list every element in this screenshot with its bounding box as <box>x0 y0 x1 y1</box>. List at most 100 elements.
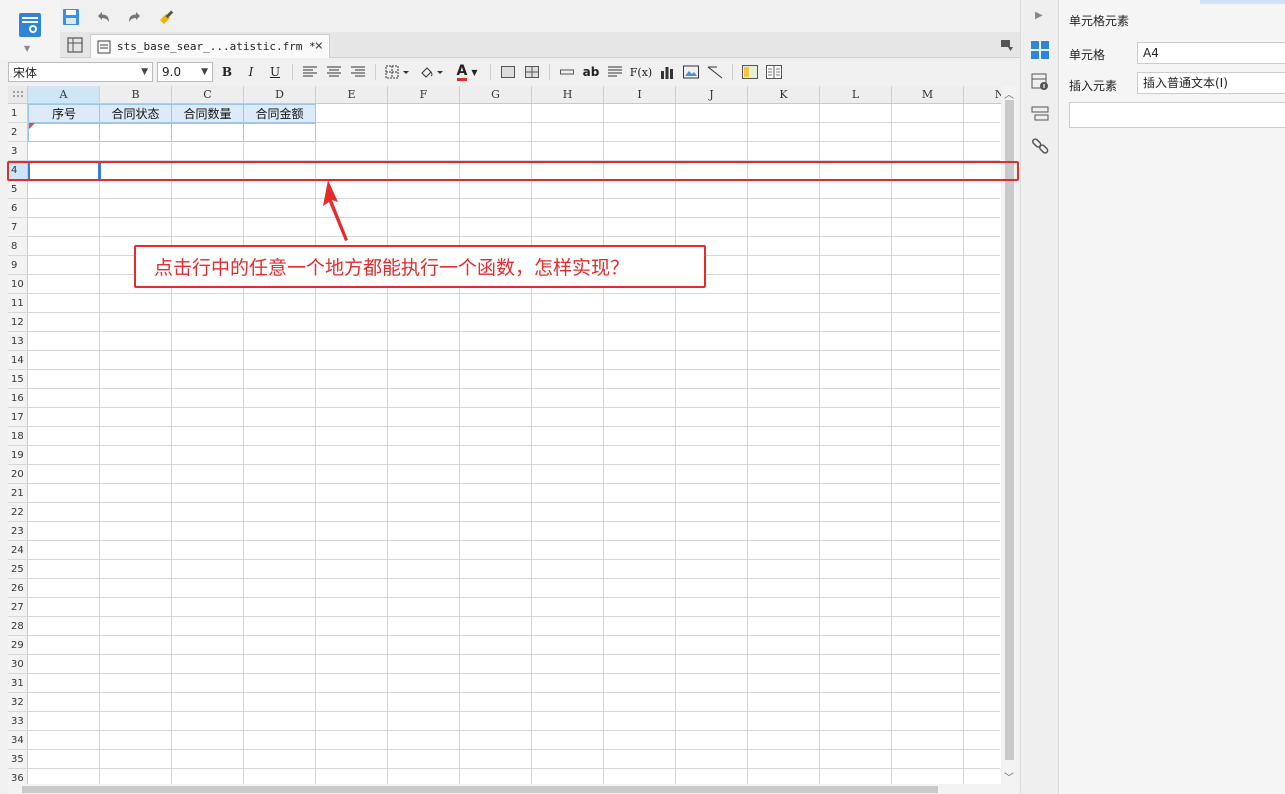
cell-name-field[interactable]: A4 <box>1137 42 1285 64</box>
slash-icon[interactable] <box>705 62 725 82</box>
scroll-thumb[interactable] <box>1005 100 1014 760</box>
cell-c1[interactable]: 合同数量 <box>172 104 244 123</box>
row-header-8[interactable]: 8 <box>8 237 28 256</box>
column-header-a[interactable]: A <box>28 86 100 104</box>
logo-area[interactable]: ▼ <box>0 0 60 60</box>
row-header-3[interactable]: 3 <box>8 142 28 161</box>
text-ab-icon[interactable]: ab <box>581 62 601 82</box>
column-header-i[interactable]: I <box>604 86 676 104</box>
row-header-12[interactable]: 12 <box>8 313 28 332</box>
chevron-right-icon[interactable]: ▶ <box>1035 10 1043 21</box>
align-left-icon[interactable] <box>300 62 320 82</box>
tab-menu-icon[interactable] <box>1000 38 1014 52</box>
cell-d2[interactable] <box>244 123 316 142</box>
column-header-l[interactable]: L <box>820 86 892 104</box>
image-icon[interactable] <box>681 62 701 82</box>
undo-icon[interactable] <box>92 6 114 28</box>
vertical-scrollbar[interactable]: ︿ ﹀ <box>1002 86 1016 784</box>
row-header-32[interactable]: 32 <box>8 693 28 712</box>
fill-color-icon[interactable] <box>417 62 447 82</box>
row-header-20[interactable]: 20 <box>8 465 28 484</box>
align-right-icon[interactable] <box>348 62 368 82</box>
chevron-down-icon[interactable]: ﹀ <box>1004 769 1014 784</box>
row-header-19[interactable]: 19 <box>8 446 28 465</box>
row-header-26[interactable]: 26 <box>8 579 28 598</box>
chevron-down-icon[interactable]: ▼ <box>24 44 30 53</box>
merge-cells-icon[interactable] <box>498 62 518 82</box>
column-header-d[interactable]: D <box>244 86 316 104</box>
row-header-29[interactable]: 29 <box>8 636 28 655</box>
row-header-34[interactable]: 34 <box>8 731 28 750</box>
insert-row-icon[interactable] <box>557 62 577 82</box>
cell-d1[interactable]: 合同金额 <box>244 104 316 123</box>
chevron-up-icon[interactable]: ︿ <box>1004 86 1014 101</box>
column-header-m[interactable]: M <box>892 86 964 104</box>
widget-icon[interactable] <box>1030 104 1050 124</box>
save-icon[interactable] <box>60 6 82 28</box>
insert-element-select[interactable]: 插入普通文本(I) <box>1137 72 1285 94</box>
report-designer-logo-icon[interactable] <box>18 12 42 38</box>
column-header-c[interactable]: C <box>172 86 244 104</box>
paragraph-icon[interactable] <box>605 62 625 82</box>
underline-button[interactable]: U <box>265 62 285 82</box>
column-header-f[interactable]: F <box>388 86 460 104</box>
column-header-g[interactable]: G <box>460 86 532 104</box>
cell-a1[interactable]: 序号 <box>28 104 100 123</box>
row-header-28[interactable]: 28 <box>8 617 28 636</box>
row-header-11[interactable]: 11 <box>8 294 28 313</box>
hyperlink-icon[interactable] <box>1030 136 1050 156</box>
cell-content-editor[interactable] <box>1069 102 1285 128</box>
cell-element-icon[interactable] <box>1030 40 1050 60</box>
column-header-h[interactable]: H <box>532 86 604 104</box>
align-center-icon[interactable] <box>324 62 344 82</box>
row-header-13[interactable]: 13 <box>8 332 28 351</box>
row-header-17[interactable]: 17 <box>8 408 28 427</box>
cell-b1[interactable]: 合同状态 <box>100 104 172 123</box>
row-header-2[interactable]: 2 <box>8 123 28 142</box>
horizontal-scrollbar[interactable] <box>8 784 1018 794</box>
spreadsheet[interactable]: ABCDEFGHIJKLMN 1 2 3 4 5 6 7 8 9 10 11 12 13 14 15 16 17… <box>8 86 1001 784</box>
formula-icon[interactable]: F(x) <box>629 62 653 82</box>
redo-icon[interactable] <box>124 6 146 28</box>
cell-c2[interactable] <box>172 123 244 142</box>
frozen-panel-icon[interactable] <box>740 62 760 82</box>
column-layout-icon[interactable] <box>764 62 784 82</box>
row-header-23[interactable]: 23 <box>8 522 28 541</box>
column-header-j[interactable]: J <box>676 86 748 104</box>
bar-chart-icon[interactable] <box>657 62 677 82</box>
cell-a2[interactable] <box>28 123 100 142</box>
row-header-5[interactable]: 5 <box>8 180 28 199</box>
cell-grid-icon[interactable] <box>66 36 84 54</box>
font-size-select[interactable]: 9.0 ▼ <box>157 62 213 82</box>
row-header-9[interactable]: 9 <box>8 256 28 275</box>
row-header-33[interactable]: 33 <box>8 712 28 731</box>
row-header-1[interactable]: 1 <box>8 104 28 123</box>
italic-button[interactable]: I <box>241 62 261 82</box>
cell-grid[interactable] <box>28 104 1000 784</box>
font-color-icon[interactable]: A ▼ <box>451 62 483 82</box>
tab-file[interactable]: sts_base_sear_...atistic.frm * × <box>90 34 330 58</box>
row-header-16[interactable]: 16 <box>8 389 28 408</box>
row-header-6[interactable]: 6 <box>8 199 28 218</box>
cell-attribute-icon[interactable] <box>1030 72 1050 92</box>
split-cells-icon[interactable] <box>522 62 542 82</box>
row-header-36[interactable]: 36 <box>8 769 28 784</box>
row-header-22[interactable]: 22 <box>8 503 28 522</box>
row-header-15[interactable]: 15 <box>8 370 28 389</box>
column-header-e[interactable]: E <box>316 86 388 104</box>
row-header-10[interactable]: 10 <box>8 275 28 294</box>
column-header-b[interactable]: B <box>100 86 172 104</box>
row-header-30[interactable]: 30 <box>8 655 28 674</box>
row-header-24[interactable]: 24 <box>8 541 28 560</box>
row-header-25[interactable]: 25 <box>8 560 28 579</box>
row-header-35[interactable]: 35 <box>8 750 28 769</box>
select-all-corner[interactable] <box>8 86 28 104</box>
row-header-27[interactable]: 27 <box>8 598 28 617</box>
column-header-n[interactable]: N <box>964 86 1001 104</box>
row-header-18[interactable]: 18 <box>8 427 28 446</box>
bold-button[interactable]: B <box>217 62 237 82</box>
row-header-21[interactable]: 21 <box>8 484 28 503</box>
row-header-14[interactable]: 14 <box>8 351 28 370</box>
row-header-7[interactable]: 7 <box>8 218 28 237</box>
close-icon[interactable]: × <box>315 38 323 54</box>
